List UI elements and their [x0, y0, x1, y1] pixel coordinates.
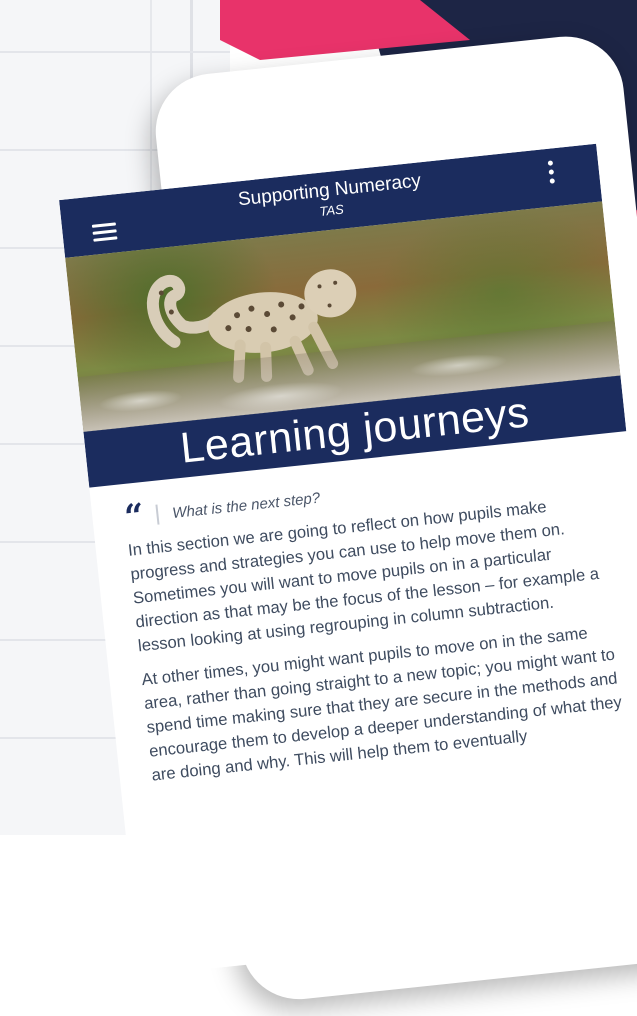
- quote-text: What is the next step?: [171, 489, 321, 522]
- content-area: “ What is the next step? In this section…: [123, 453, 630, 788]
- phone-frame: Supporting Numeracy TAS Learning journey…: [59, 30, 637, 1005]
- quote-icon: “: [122, 496, 147, 538]
- quote-divider: [155, 504, 160, 525]
- phone-screen: Supporting Numeracy TAS Learning journey…: [59, 143, 637, 976]
